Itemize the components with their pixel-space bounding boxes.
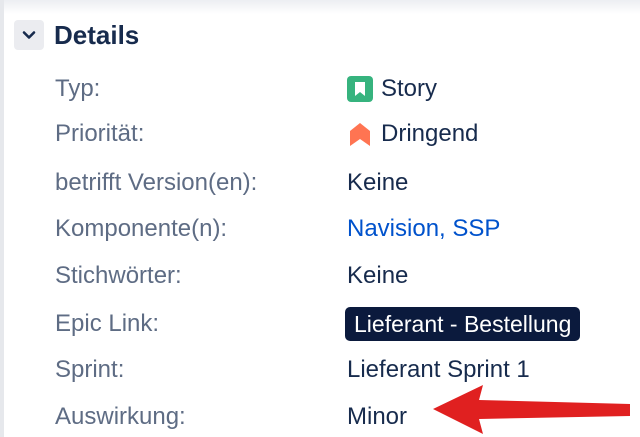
details-section-header[interactable]: Details [14,16,139,54]
component-link-navision[interactable]: Navision [347,215,439,243]
chevron-down-icon[interactable] [14,20,44,50]
field-row-priority: Priorität: Dringend [0,114,640,154]
story-icon [347,76,373,102]
field-label-impact: Auswirkung: [55,403,186,430]
component-link-ssp[interactable]: SSP [452,215,500,243]
field-value-type[interactable]: Story [347,69,437,109]
priority-value-text: Dringend [381,120,479,147]
field-label-priority: Priorität: [55,120,145,147]
field-value-epic-link: Lieferant - Bestellung [345,304,581,344]
impact-value-text: Minor [347,403,408,430]
component-separator: , [439,215,453,242]
field-label-type: Typ: [55,75,101,102]
affects-version-value-text: Keine [347,169,409,196]
top-shadow [0,0,640,14]
details-panel: Details Typ: Story Priorität: Dringend b… [0,0,640,437]
field-row-type: Typ: Story [0,69,640,109]
epic-link-badge[interactable]: Lieferant - Bestellung [345,307,581,341]
labels-value-text: Keine [347,262,409,289]
field-row-affects-version: betrifft Version(en): Keine [0,163,640,203]
sprint-value-text: Lieferant Sprint 1 [347,356,530,383]
field-label-affects-version: betrifft Version(en): [55,169,258,196]
field-value-priority[interactable]: Dringend [347,114,478,154]
priority-urgent-icon [347,121,373,147]
field-label-epic-link: Epic Link: [55,310,160,337]
field-label-sprint: Sprint: [55,356,125,383]
field-row-components: Komponente(n): Navision , SSP [0,209,640,249]
field-label-labels: Stichwörter: [55,262,182,289]
type-value-text: Story [381,75,438,102]
field-value-affects-version[interactable]: Keine [347,163,408,203]
field-row-epic-link: Epic Link: Lieferant - Bestellung [0,304,640,344]
section-title: Details [54,19,140,50]
field-row-labels: Stichwörter: Keine [0,256,640,296]
field-value-labels[interactable]: Keine [347,256,408,296]
red-arrow-icon [425,382,635,437]
field-value-components: Navision , SSP [347,209,500,249]
field-value-impact[interactable]: Minor [347,397,407,437]
field-label-components: Komponente(n): [55,215,228,242]
